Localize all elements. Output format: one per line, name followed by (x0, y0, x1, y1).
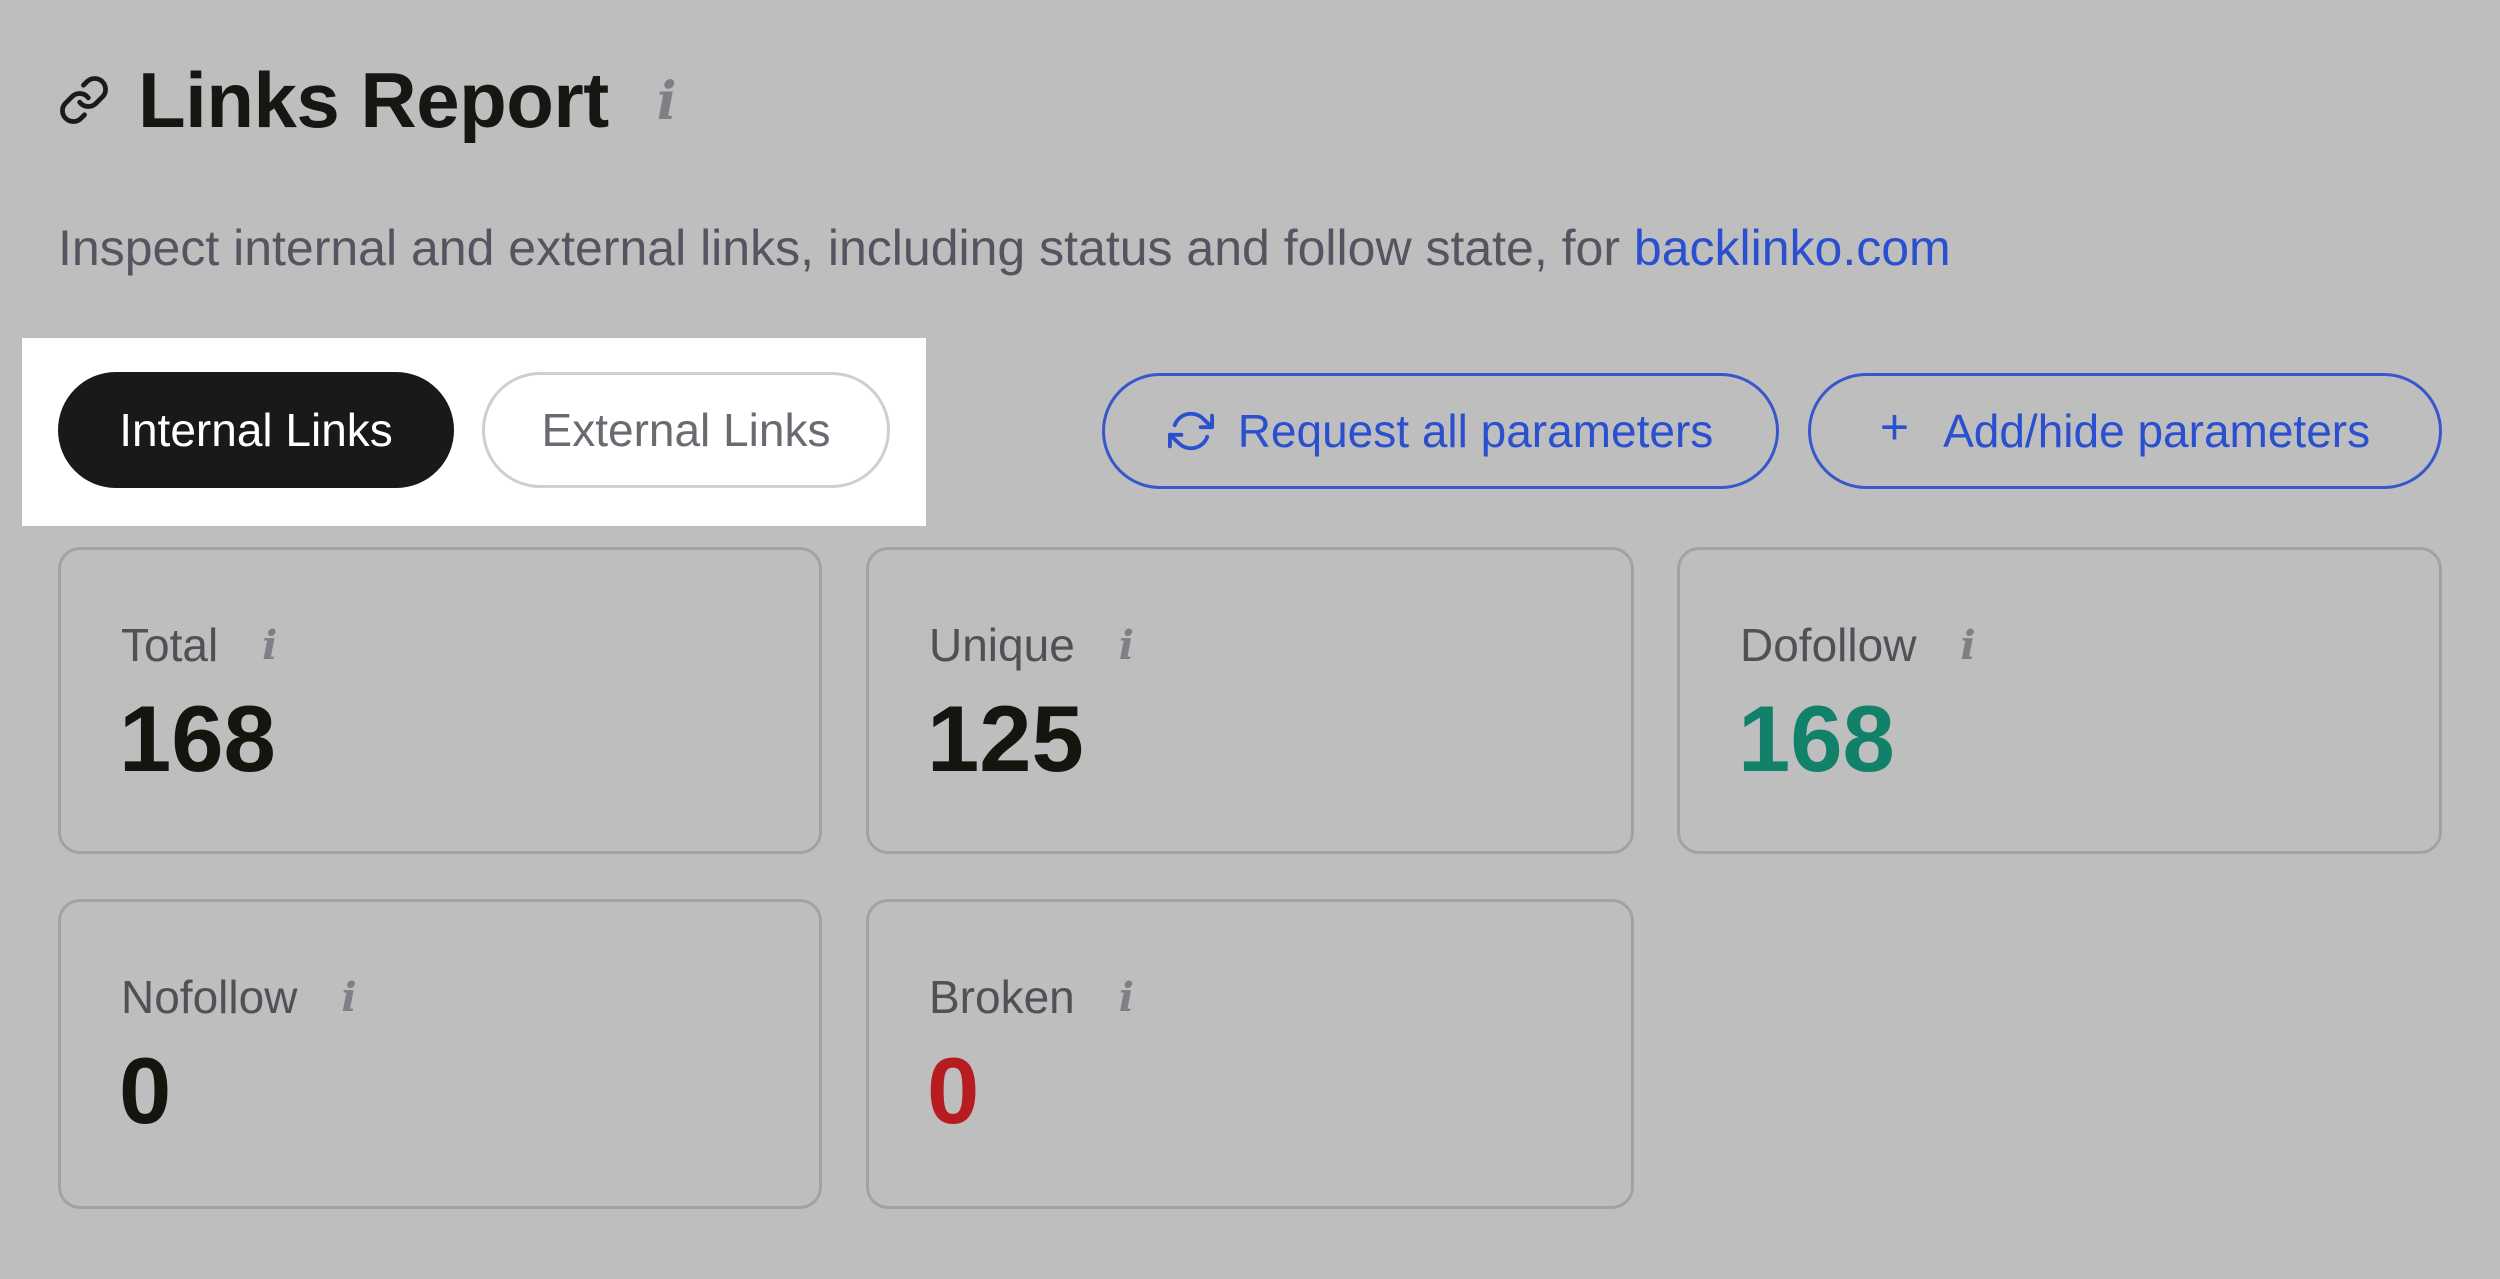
metric-label-text: Dofollow (1740, 619, 1917, 671)
metric-card-unique: Unique i 125 (866, 547, 1634, 854)
tab-internal-links[interactable]: Internal Links (58, 372, 454, 488)
metric-card-broken: Broken i 0 (866, 899, 1634, 1209)
info-icon[interactable]: i (1119, 978, 1134, 1018)
metric-label-text: Unique (929, 619, 1075, 671)
info-icon[interactable]: i (1960, 626, 1975, 666)
metric-label-text: Nofollow (121, 971, 298, 1023)
info-icon[interactable]: i (1119, 626, 1134, 666)
metric-card-dofollow: Dofollow i 168 (1677, 547, 2442, 854)
metric-label-text: Broken (929, 971, 1075, 1023)
metric-value: 0 (927, 1038, 980, 1143)
page-header: Links Report i (58, 50, 677, 150)
metric-label: Unique i (929, 618, 1134, 672)
metric-card-total: Total i 168 (58, 547, 822, 854)
request-all-parameters-label: Request all parameters (1237, 405, 1714, 457)
request-all-parameters-button[interactable]: Request all parameters (1102, 373, 1779, 489)
metric-card-nofollow: Nofollow i 0 (58, 899, 822, 1209)
info-icon[interactable]: i (262, 626, 277, 666)
metric-value: 168 (119, 686, 276, 791)
metric-value: 0 (119, 1038, 172, 1143)
page-description: Inspect internal and external links, inc… (58, 218, 1951, 278)
description-text: Inspect internal and external links, inc… (58, 220, 1634, 276)
page-title: Links Report (138, 56, 609, 144)
metric-label-text: Total (121, 619, 219, 671)
metric-label: Dofollow i (1740, 618, 1976, 672)
metric-value: 168 (1738, 686, 1895, 791)
tab-external-links[interactable]: External Links (482, 372, 890, 488)
refresh-icon (1167, 408, 1214, 454)
info-icon[interactable]: i (341, 978, 356, 1018)
link-type-tabs: Internal Links External Links (22, 338, 926, 526)
plus-icon: + (1879, 399, 1910, 455)
add-hide-parameters-label: Add/hide parameters (1943, 405, 2371, 457)
links-report-page: Links Report i Inspect internal and exte… (0, 0, 2500, 1279)
metric-value: 125 (927, 686, 1084, 791)
metric-label: Broken i (929, 970, 1134, 1024)
link-icon (58, 74, 110, 126)
metric-label: Nofollow i (121, 970, 357, 1024)
info-icon[interactable]: i (657, 76, 677, 128)
domain-link[interactable]: backlinko.com (1634, 220, 1951, 276)
add-hide-parameters-button[interactable]: + Add/hide parameters (1808, 373, 2442, 489)
metric-label: Total i (121, 618, 277, 672)
